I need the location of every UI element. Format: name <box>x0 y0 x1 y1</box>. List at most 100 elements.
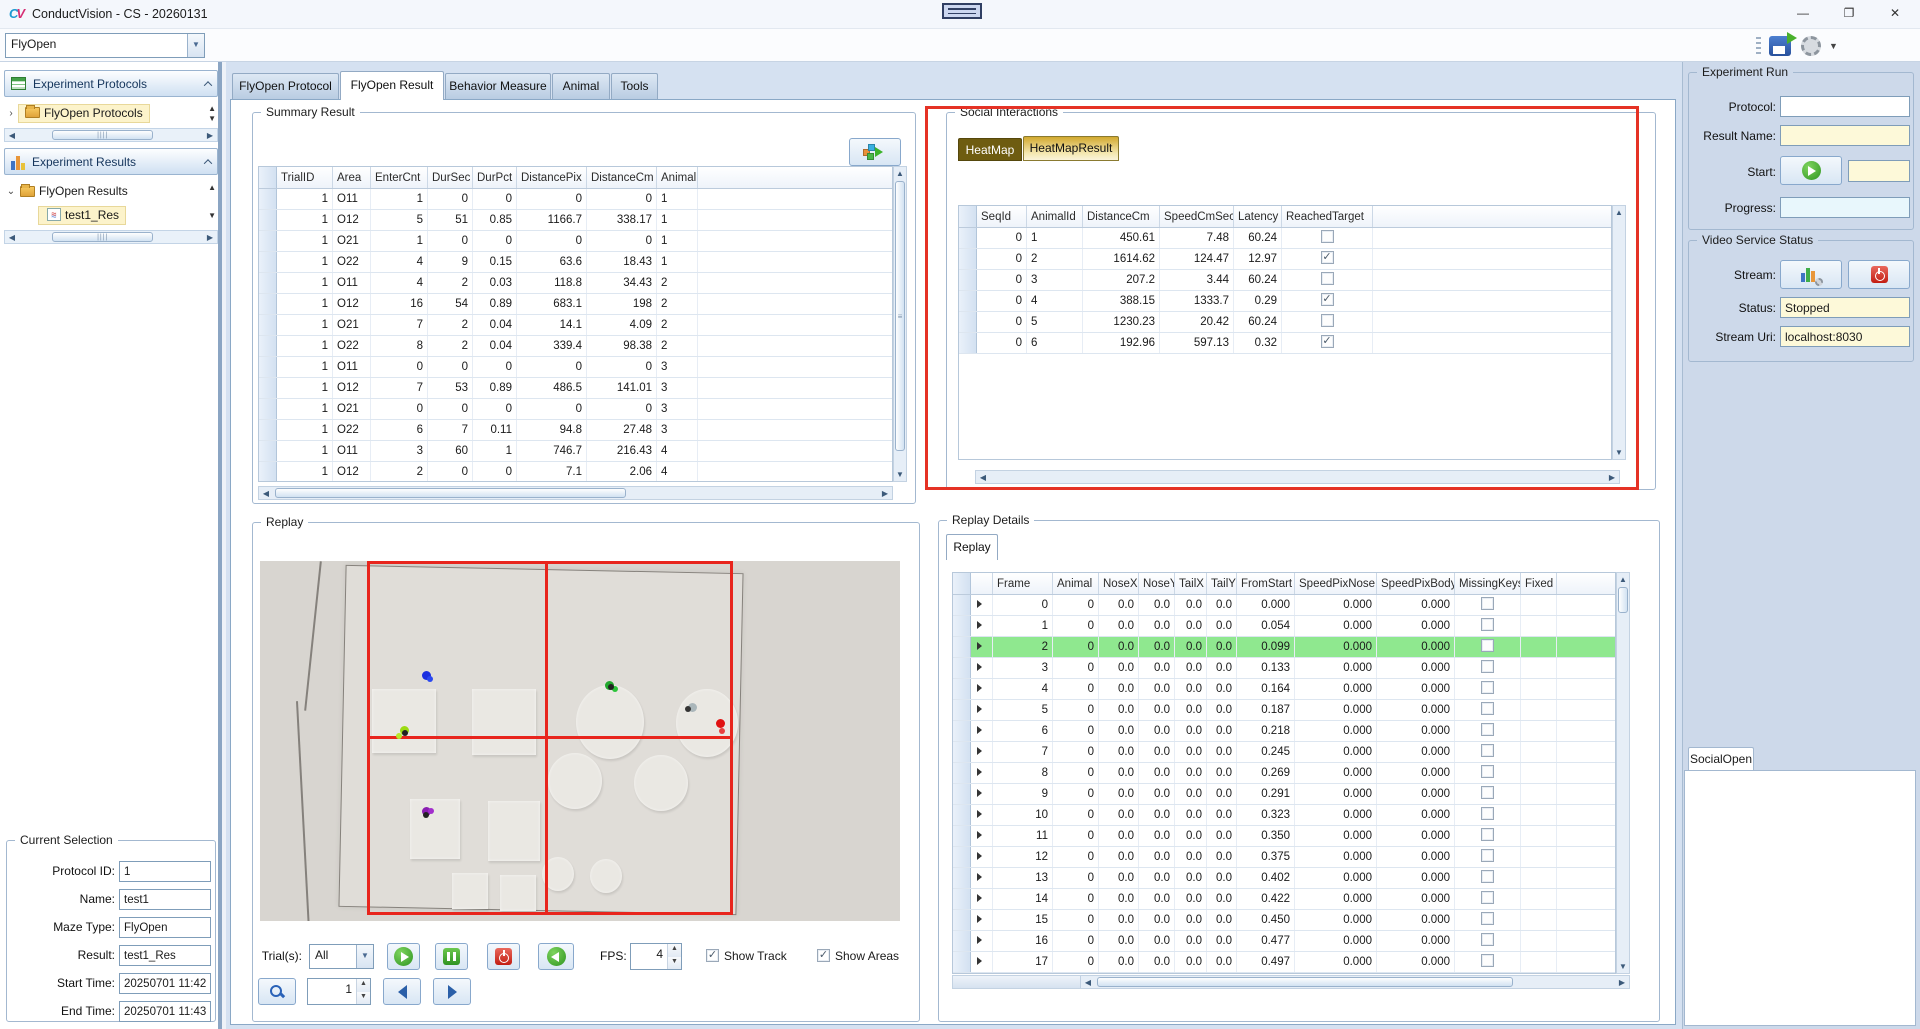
checkbox-icon[interactable] <box>1481 933 1494 946</box>
column-header[interactable]: FromStart <box>1237 573 1295 594</box>
checkbox-icon[interactable] <box>1481 660 1494 673</box>
checkbox-icon[interactable] <box>1481 639 1494 652</box>
table-row[interactable]: 1O125510.851166.7338.171 <box>259 210 892 231</box>
stream-uri-value[interactable]: localhost:8030 <box>1780 326 1910 347</box>
scroll-down-icon[interactable]: ▼ <box>1613 448 1625 457</box>
selection-field-value[interactable]: FlyOpen <box>119 917 211 938</box>
row-expander-icon[interactable] <box>977 726 982 734</box>
tab-heatmap[interactable]: HeatMap <box>958 138 1022 161</box>
row-expander-icon[interactable] <box>977 957 982 965</box>
scroll-up-icon[interactable]: ▲ <box>1613 208 1625 217</box>
checkbox-icon[interactable] <box>1321 272 1334 285</box>
tab-socialopen[interactable]: SocialOpen <box>1688 747 1754 771</box>
checkbox-icon[interactable] <box>1321 230 1334 243</box>
column-header[interactable]: MissingKeys <box>1455 573 1521 594</box>
pause-button[interactable] <box>435 943 468 970</box>
table-row[interactable]: 1O127530.89486.5141.013 <box>259 378 892 399</box>
column-header[interactable]: SpeedPixNose <box>1295 573 1377 594</box>
sidebar-item-test1-res[interactable]: test1_Res ▼ <box>4 204 218 226</box>
social-hscrollbar[interactable]: ◀ ▶ <box>975 470 1620 484</box>
selection-field-value[interactable]: 1 <box>119 861 211 882</box>
settings-gear-icon[interactable] <box>1801 36 1821 56</box>
column-header[interactable]: AnimalId <box>1027 206 1083 227</box>
table-row[interactable]: 1000.00.00.00.00.3230.0000.000 <box>953 805 1615 826</box>
checkbox-icon[interactable] <box>1481 954 1494 967</box>
column-header[interactable]: TailY <box>1207 573 1237 594</box>
table-row[interactable]: 1O21100001 <box>259 231 892 252</box>
summary-table[interactable]: TrialIDAreaEnterCntDurSecDurPctDistanceP… <box>258 166 893 482</box>
spin-arrows-icon[interactable]: ▲▼ <box>356 979 370 1004</box>
table-row[interactable]: 800.00.00.00.00.2690.0000.000 <box>953 763 1615 784</box>
scroll-up-icon[interactable]: ▲ <box>1617 575 1629 584</box>
summary-vscrollbar[interactable]: ▲ ≡ ▼ <box>893 166 907 482</box>
selection-field-value[interactable]: 20250701 11:42 <box>119 973 211 994</box>
selection-field-value[interactable]: test1_Res <box>119 945 211 966</box>
scrollbar-thumb[interactable]: ≡ <box>895 181 905 451</box>
show-track-checkbox[interactable]: Show Track <box>706 949 787 963</box>
sidebar-header-results[interactable]: Experiment Results <box>4 148 218 175</box>
minimize-button[interactable]: — <box>1786 2 1820 24</box>
sidebar-hscrollbar[interactable]: ◀ |||| ▶ <box>4 230 218 244</box>
checkbox-icon[interactable] <box>1481 681 1494 694</box>
table-row[interactable]: 400.00.00.00.00.1640.0000.000 <box>953 679 1615 700</box>
replay-details-hscrollbar[interactable]: ◀ ▶ <box>952 975 1630 989</box>
column-header[interactable]: SpeedCmSec <box>1160 206 1234 227</box>
table-row[interactable]: 1O11000003 <box>259 357 892 378</box>
table-row[interactable]: 021614.62124.4712.97 <box>959 249 1611 270</box>
table-row[interactable]: 1200.00.00.00.00.3750.0000.000 <box>953 847 1615 868</box>
tree-scroll-arrows[interactable]: ▲ <box>208 184 216 191</box>
tree-scroll-arrows[interactable]: ▲▼ <box>208 105 216 122</box>
table-row[interactable]: 1O22820.04339.498.382 <box>259 336 892 357</box>
scrollbar-thumb[interactable]: |||| <box>52 232 153 242</box>
dock-preview-widget[interactable] <box>942 3 982 19</box>
maximize-button[interactable]: ❐ <box>1832 2 1866 24</box>
export-button[interactable] <box>849 138 901 166</box>
scroll-right-icon[interactable]: ▶ <box>1615 978 1629 987</box>
table-row[interactable]: 1O21720.0414.14.092 <box>259 315 892 336</box>
tree-scroll-arrows[interactable]: ▼ <box>208 212 216 219</box>
save-icon[interactable] <box>1769 36 1791 56</box>
column-header[interactable]: EnterCnt <box>371 167 428 188</box>
checkbox-icon[interactable] <box>1481 870 1494 883</box>
table-row[interactable]: 1700.00.00.00.00.4970.0000.000 <box>953 952 1615 973</box>
table-row[interactable]: 051230.2320.4260.24 <box>959 312 1611 333</box>
stream-config-button[interactable] <box>1780 260 1842 289</box>
table-row[interactable]: 1O22670.1194.827.483 <box>259 420 892 441</box>
protocol-input[interactable] <box>1780 96 1910 117</box>
selection-field-value[interactable]: test1 <box>119 889 211 910</box>
selection-field-value[interactable]: 20250701 11:43 <box>119 1001 211 1022</box>
frame-spinner[interactable]: 1 ▲▼ <box>307 978 371 1005</box>
sidebar-item-flyopen-results[interactable]: ⌄ FlyOpen Results ▲ <box>4 180 218 202</box>
table-row[interactable]: 500.00.00.00.00.1870.0000.000 <box>953 700 1615 721</box>
table-row[interactable]: 1O11100001 <box>259 189 892 210</box>
scroll-right-icon[interactable]: ▶ <box>878 489 892 498</box>
checkbox-icon[interactable] <box>1481 618 1494 631</box>
table-row[interactable]: 1O22490.1563.618.431 <box>259 252 892 273</box>
table-row[interactable]: 1100.00.00.00.00.3500.0000.000 <box>953 826 1615 847</box>
table-row[interactable]: 06192.96597.130.32 <box>959 333 1611 354</box>
table-row[interactable]: 1400.00.00.00.00.4220.0000.000 <box>953 889 1615 910</box>
sidebar-header-protocols[interactable]: Experiment Protocols <box>4 70 218 97</box>
table-row[interactable]: 200.00.00.00.00.0990.0000.000 <box>953 637 1615 658</box>
column-header[interactable]: SpeedPixBody <box>1377 573 1455 594</box>
table-row[interactable]: 1O21000003 <box>259 399 892 420</box>
social-vscrollbar[interactable]: ▲ ▼ <box>1612 205 1626 460</box>
row-expander-icon[interactable] <box>977 831 982 839</box>
tab-flyopen-protocol[interactable]: FlyOpen Protocol <box>232 73 339 99</box>
tab-tools[interactable]: Tools <box>611 73 658 99</box>
table-row[interactable]: 1600.00.00.00.00.4770.0000.000 <box>953 931 1615 952</box>
column-header[interactable]: DistanceCm <box>587 167 657 188</box>
checkbox-icon[interactable] <box>1481 828 1494 841</box>
checkbox-icon[interactable] <box>1481 744 1494 757</box>
scroll-left-icon[interactable]: ◀ <box>976 473 990 482</box>
scroll-left-icon[interactable]: ◀ <box>1081 978 1095 987</box>
table-row[interactable]: 1O113601746.7216.434 <box>259 441 892 462</box>
checkbox-icon[interactable] <box>1321 314 1334 327</box>
scroll-left-icon[interactable]: ◀ <box>259 489 273 498</box>
table-row[interactable]: 600.00.00.00.00.2180.0000.000 <box>953 721 1615 742</box>
scroll-right-icon[interactable]: ▶ <box>203 233 217 242</box>
row-expander-icon[interactable] <box>977 894 982 902</box>
checkbox-icon[interactable] <box>1481 912 1494 925</box>
replay-details-table[interactable]: FrameAnimalNoseXNoseYTailXTailYFromStart… <box>952 572 1616 974</box>
tab-flyopen-result[interactable]: FlyOpen Result <box>340 71 444 100</box>
